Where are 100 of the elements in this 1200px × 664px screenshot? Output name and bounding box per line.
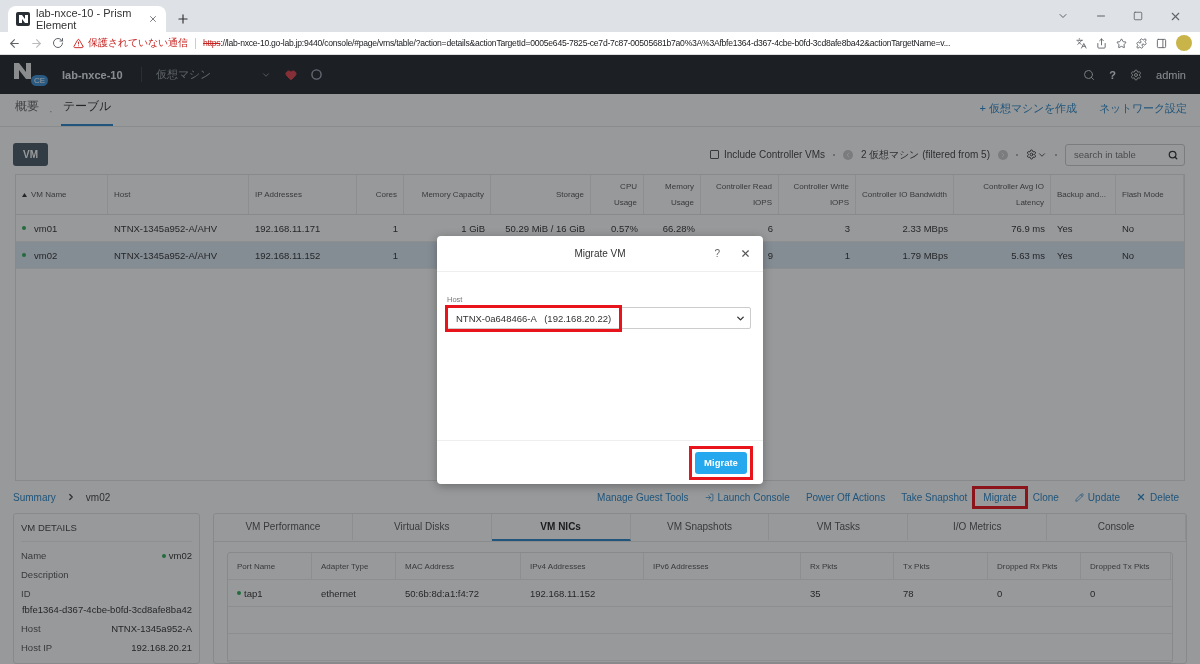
action-link[interactable]: Power Off Actions (805, 491, 886, 503)
avatar[interactable] (1176, 35, 1192, 51)
circle-icon[interactable] (310, 69, 322, 80)
table-cell: 1 (392, 249, 398, 261)
field-label: Description (21, 569, 69, 580)
warning-icon (73, 37, 84, 49)
help-button[interactable]: ? (714, 248, 720, 259)
pencil-icon (1074, 492, 1084, 502)
host-select[interactable]: NTNX-0a648466-A (192.168.20.22) (447, 307, 751, 329)
column-header[interactable]: Cores (375, 186, 397, 203)
include-controller-checkbox[interactable]: Include Controller VMs (709, 149, 826, 160)
detail-tab[interactable]: Console (1047, 514, 1186, 541)
action-link[interactable]: Delete (1136, 491, 1179, 503)
table-cell: 9 (767, 249, 773, 261)
breadcrumb-link[interactable]: Summary (13, 491, 56, 503)
page-action-link[interactable]: + 仮想マシンを作成 (979, 101, 1077, 116)
column-header[interactable]: Flash Mode (1122, 186, 1164, 203)
table-cell: tap1 (244, 587, 263, 599)
table-cell: 66.28% (662, 222, 695, 234)
column-header[interactable]: Controller Read IOPS (707, 179, 772, 210)
cluster-name: lab-nxce-10 (62, 68, 123, 81)
table-cell: 1 (844, 249, 850, 261)
view-tab[interactable]: テーブル (60, 98, 113, 126)
table-cell: 192.168.11.171 (255, 222, 321, 234)
view-tab[interactable]: 概要 (13, 98, 41, 126)
column-header: Dropped Rx Pkts (997, 561, 1058, 571)
new-tab-icon[interactable] (176, 12, 190, 26)
search-input[interactable]: search in table (1074, 149, 1164, 160)
action-link[interactable]: Migrate (972, 485, 1028, 509)
column-header[interactable]: Backup and... (1057, 186, 1106, 203)
column-header[interactable]: CPU Usage (597, 179, 637, 210)
column-header[interactable]: IP Addresses (255, 186, 302, 203)
migrate-button[interactable]: Migrate (695, 451, 747, 474)
action-link[interactable]: Launch Console (704, 491, 790, 503)
detail-tab[interactable]: VM NICs (491, 514, 631, 541)
column-header[interactable]: Storage (555, 186, 584, 203)
detail-tab[interactable]: Virtual Disks (352, 514, 492, 541)
maximize-icon[interactable] (1133, 11, 1143, 21)
star-icon[interactable] (1116, 37, 1127, 49)
column-header[interactable]: VM Name (31, 186, 67, 203)
detail-tab[interactable]: VM Tasks (769, 514, 909, 541)
column-header: Tx Pkts (903, 561, 930, 571)
table-cell: 78 (903, 587, 914, 599)
reload-icon[interactable] (52, 37, 64, 49)
detail-tab[interactable]: VM Snapshots (630, 514, 770, 541)
table-cell: 0.57% (611, 222, 638, 234)
search-icon[interactable] (1168, 149, 1178, 160)
table-cell: 192.168.11.152 (255, 249, 321, 261)
column-header[interactable]: Host (114, 186, 131, 203)
close-icon[interactable] (148, 14, 158, 24)
card-title: VM DETAILS (21, 522, 192, 542)
action-link[interactable]: Take Snapshot (901, 491, 968, 503)
column-header[interactable]: Controller Avg IO Latency (960, 179, 1044, 210)
sort-icon[interactable] (22, 192, 27, 197)
heart-icon[interactable] (284, 68, 297, 81)
settings-icon[interactable] (1026, 149, 1047, 160)
column-header[interactable]: Memory Usage (650, 179, 694, 210)
url-text: https://lab-nxce-10.go-lab.jp:9440/console/#page/vms/table/?action=details&actionTargetId=0005e645-7825-ce7d-7c87-00505681b7a0%3A%3Afbfe1364-d367-4cbe-b0fd-3cd8afe8ba42&actionTargetName=v... (203, 38, 951, 48)
search-field[interactable]: search in table (1065, 143, 1185, 166)
sign-in-icon (704, 492, 714, 502)
side-panel-icon[interactable] (1156, 37, 1167, 49)
column-header: MAC Address (405, 561, 454, 571)
forward-icon[interactable] (30, 36, 43, 50)
action-link[interactable]: Clone (1032, 491, 1059, 503)
settings-icon[interactable] (1130, 68, 1143, 81)
help-menu[interactable]: ? (1109, 68, 1117, 81)
back-icon[interactable] (8, 36, 21, 50)
translate-icon[interactable] (1076, 37, 1087, 49)
entity-button[interactable]: VM (13, 143, 48, 166)
share-icon[interactable] (1096, 37, 1107, 49)
table-cell: 2.33 MBps (902, 222, 948, 234)
field-label: Host (21, 623, 41, 634)
puzzle-icon[interactable] (1136, 37, 1147, 49)
field-value: NTNX-1345a952-A (111, 623, 192, 634)
column-header[interactable]: Controller Write IOPS (785, 179, 849, 210)
search-icon[interactable] (1083, 68, 1096, 81)
column-header[interactable]: Memory Capacity (421, 186, 484, 203)
menu-dropdown[interactable]: 仮想マシン (140, 67, 271, 82)
table-cell: 1 (392, 222, 398, 234)
browser-tab[interactable]: lab-nxce-10 - Prism Element (8, 6, 166, 32)
column-header[interactable]: Controller IO Bandwidth (862, 186, 947, 203)
table-cell: NTNX-1345a952-A/AHV (114, 249, 217, 261)
detail-tab[interactable]: VM Performance (214, 514, 353, 541)
table-cell: 3 (844, 222, 850, 234)
field-label: ID (21, 588, 32, 599)
favicon-icon (16, 12, 30, 26)
table-cell: 6 (767, 222, 773, 234)
page-action-link[interactable]: ネットワーク設定 (1099, 101, 1187, 116)
table-cell: vm01 (34, 222, 58, 234)
table-cell: 0 (1090, 587, 1096, 599)
table-cell: Yes (1057, 249, 1073, 261)
close-icon[interactable] (740, 248, 751, 259)
user-menu[interactable]: admin (1156, 68, 1186, 81)
action-link[interactable]: Manage Guest Tools (597, 491, 689, 503)
field-value: 192.168.20.21 (131, 642, 192, 653)
action-link[interactable]: Update (1074, 491, 1121, 503)
detail-tab[interactable]: I/O Metrics (908, 514, 1048, 541)
close-icon (1136, 492, 1147, 502)
field-label: Host IP (21, 642, 53, 653)
table-cell: NTNX-1345a952-A/AHV (114, 222, 217, 234)
